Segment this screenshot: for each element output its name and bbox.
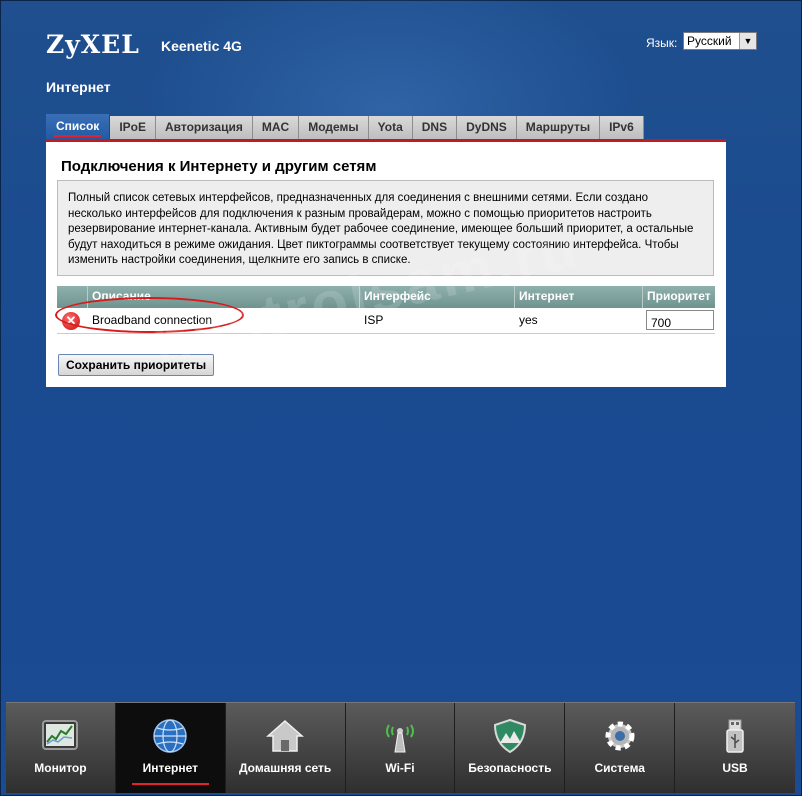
tab-ipv6[interactable]: IPv6 xyxy=(600,116,644,140)
nav-label: Wi-Fi xyxy=(385,761,415,775)
tab-dydns[interactable]: DyDNS xyxy=(457,116,517,140)
model-name: Keenetic 4G xyxy=(161,38,242,54)
panel-description: Полный список сетевых интерфейсов, предн… xyxy=(57,180,714,276)
house-icon xyxy=(266,719,305,752)
priority-input[interactable]: 700 xyxy=(646,310,714,330)
brand-logo: ZyXEL xyxy=(46,30,140,59)
column-header-priority[interactable]: Приоритет xyxy=(643,286,715,308)
shield-icon xyxy=(493,719,526,753)
internet-cell: yes xyxy=(519,313,538,327)
tab-modems[interactable]: Модемы xyxy=(299,116,369,140)
nav-label: USB xyxy=(722,761,748,775)
monitor-chart-icon xyxy=(42,720,79,750)
highlight-ellipse xyxy=(55,297,244,333)
active-nav-underline xyxy=(131,783,209,785)
tab-dns[interactable]: DNS xyxy=(412,116,458,140)
interface-cell: ISP xyxy=(364,313,384,327)
nav-wifi[interactable]: Wi-Fi xyxy=(346,703,456,793)
globe-icon xyxy=(153,719,188,753)
column-header-interface[interactable]: Интерфейс xyxy=(360,286,515,308)
usb-icon xyxy=(726,719,744,753)
active-tab-underline xyxy=(54,135,102,137)
tab-yota[interactable]: Yota xyxy=(368,116,413,140)
tab-list[interactable]: Список xyxy=(46,114,111,140)
gear-icon xyxy=(605,721,635,751)
nav-security[interactable]: Безопасность xyxy=(455,703,566,793)
table-row[interactable]: ✕ Broadband connection ISP yes 700 xyxy=(55,297,715,334)
tab-ipoe[interactable]: IPoE xyxy=(110,116,156,140)
column-header-internet[interactable]: Интернет xyxy=(515,286,643,308)
tab-mac[interactable]: MAC xyxy=(252,116,300,140)
nav-label: Домашняя сеть xyxy=(238,761,332,775)
bottom-nav: Монитор Интернет Домашняя сеть Wi-Fi Без… xyxy=(6,702,795,793)
connections-table: Описание Интерфейс Интернет Приоритет ✕ … xyxy=(55,286,715,334)
tab-label: Список xyxy=(56,119,100,133)
panel-title: Подключения к Интернету и другим сетям xyxy=(61,158,377,175)
wifi-antenna-icon xyxy=(385,724,414,753)
nav-label: Монитор xyxy=(34,761,87,775)
nav-label: Безопасность xyxy=(468,761,552,775)
nav-label: Система xyxy=(594,761,645,775)
tab-routes[interactable]: Маршруты xyxy=(516,116,601,140)
chevron-down-icon: ▼ xyxy=(739,33,756,49)
nav-internet[interactable]: Интернет xyxy=(115,703,226,793)
nav-usb[interactable]: USB xyxy=(675,703,795,793)
page-title: Интернет xyxy=(46,79,111,95)
tab-authorization[interactable]: Авторизация xyxy=(155,116,253,140)
connections-panel: Подключения к Интернету и другим сетям П… xyxy=(46,142,726,387)
nav-label: Интернет xyxy=(142,761,198,775)
language-label: Язык: xyxy=(646,36,678,50)
nav-home-network[interactable]: Домашняя сеть xyxy=(226,703,346,793)
nav-monitor[interactable]: Монитор xyxy=(6,703,116,793)
language-value: Русский xyxy=(687,34,732,48)
tab-bar: Список IPoE Авторизация MAC Модемы Yota … xyxy=(46,114,644,140)
save-priorities-button[interactable]: Сохранить приоритеты xyxy=(58,354,215,376)
language-select[interactable]: Русский ▼ xyxy=(683,32,757,50)
nav-system[interactable]: Система xyxy=(565,703,676,793)
